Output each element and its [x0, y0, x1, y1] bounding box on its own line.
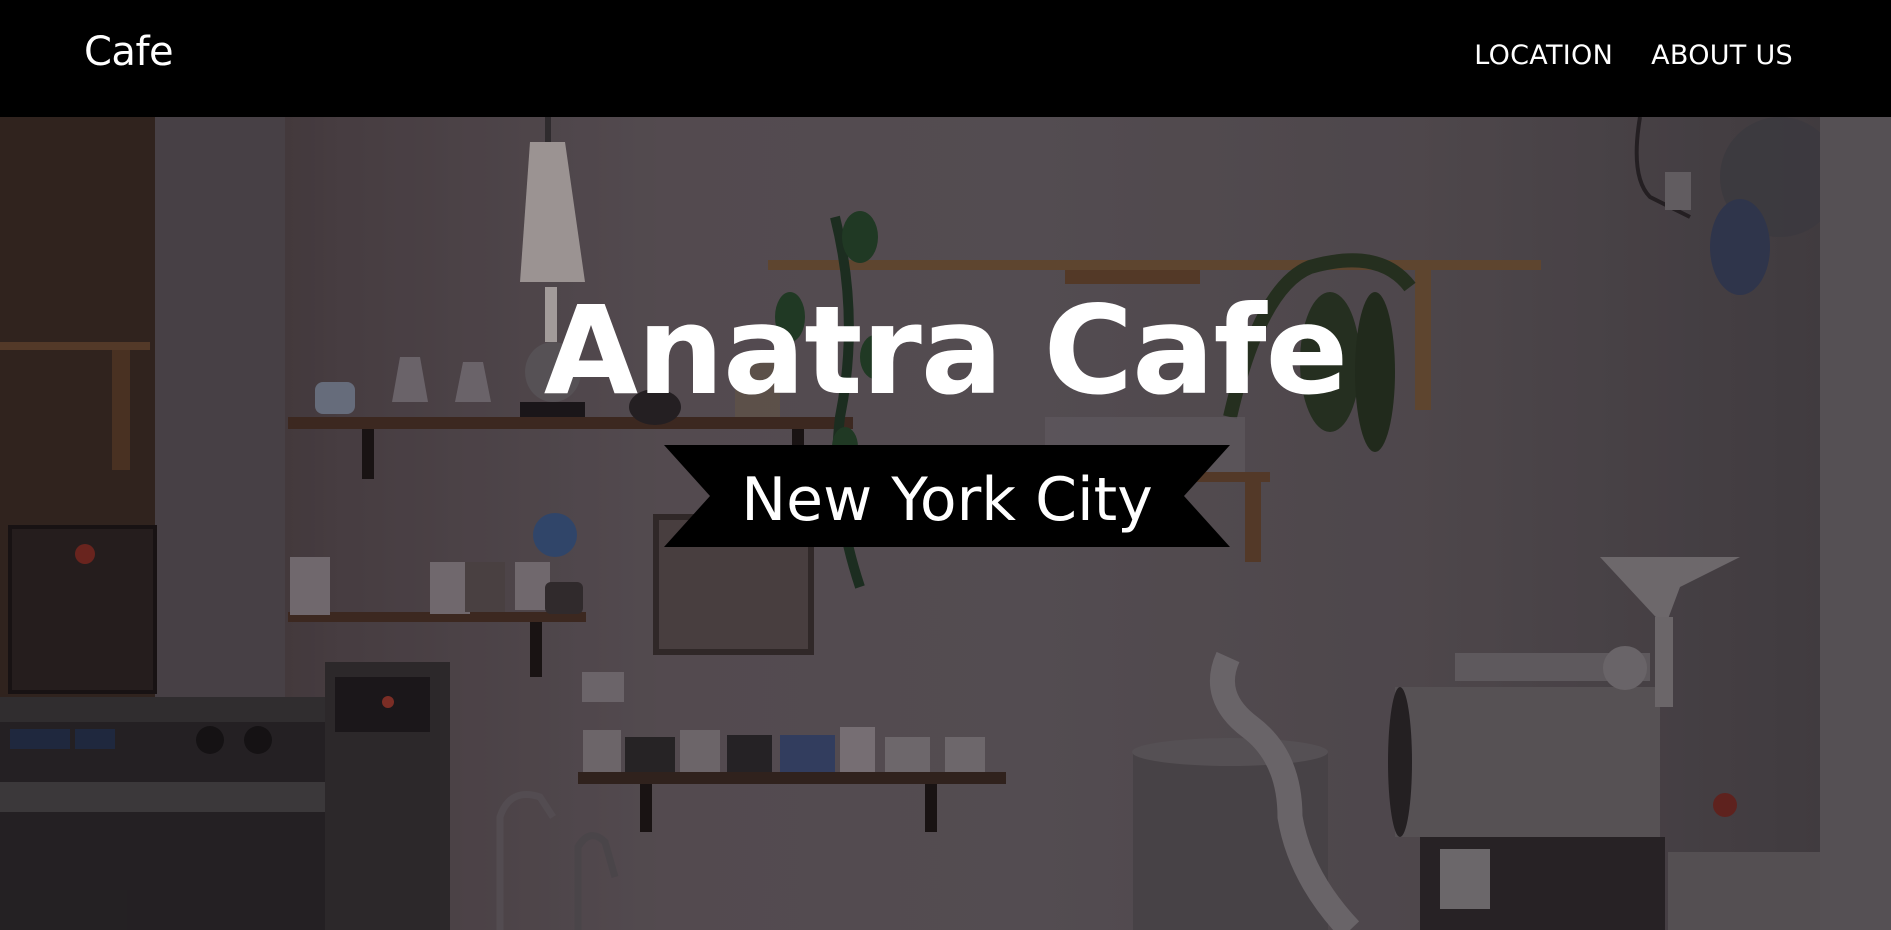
hero-subtitle: New York City	[741, 465, 1153, 535]
hero-title: Anatra Cafe	[543, 280, 1349, 422]
top-navbar: Cafe LOCATION ABOUT US	[0, 0, 1891, 117]
nav-links: LOCATION ABOUT US	[1474, 40, 1793, 71]
brand-logo-link[interactable]: Cafe	[84, 28, 174, 72]
nav-link-location[interactable]: LOCATION	[1474, 40, 1613, 71]
nav-link-about-us[interactable]: ABOUT US	[1651, 40, 1793, 71]
